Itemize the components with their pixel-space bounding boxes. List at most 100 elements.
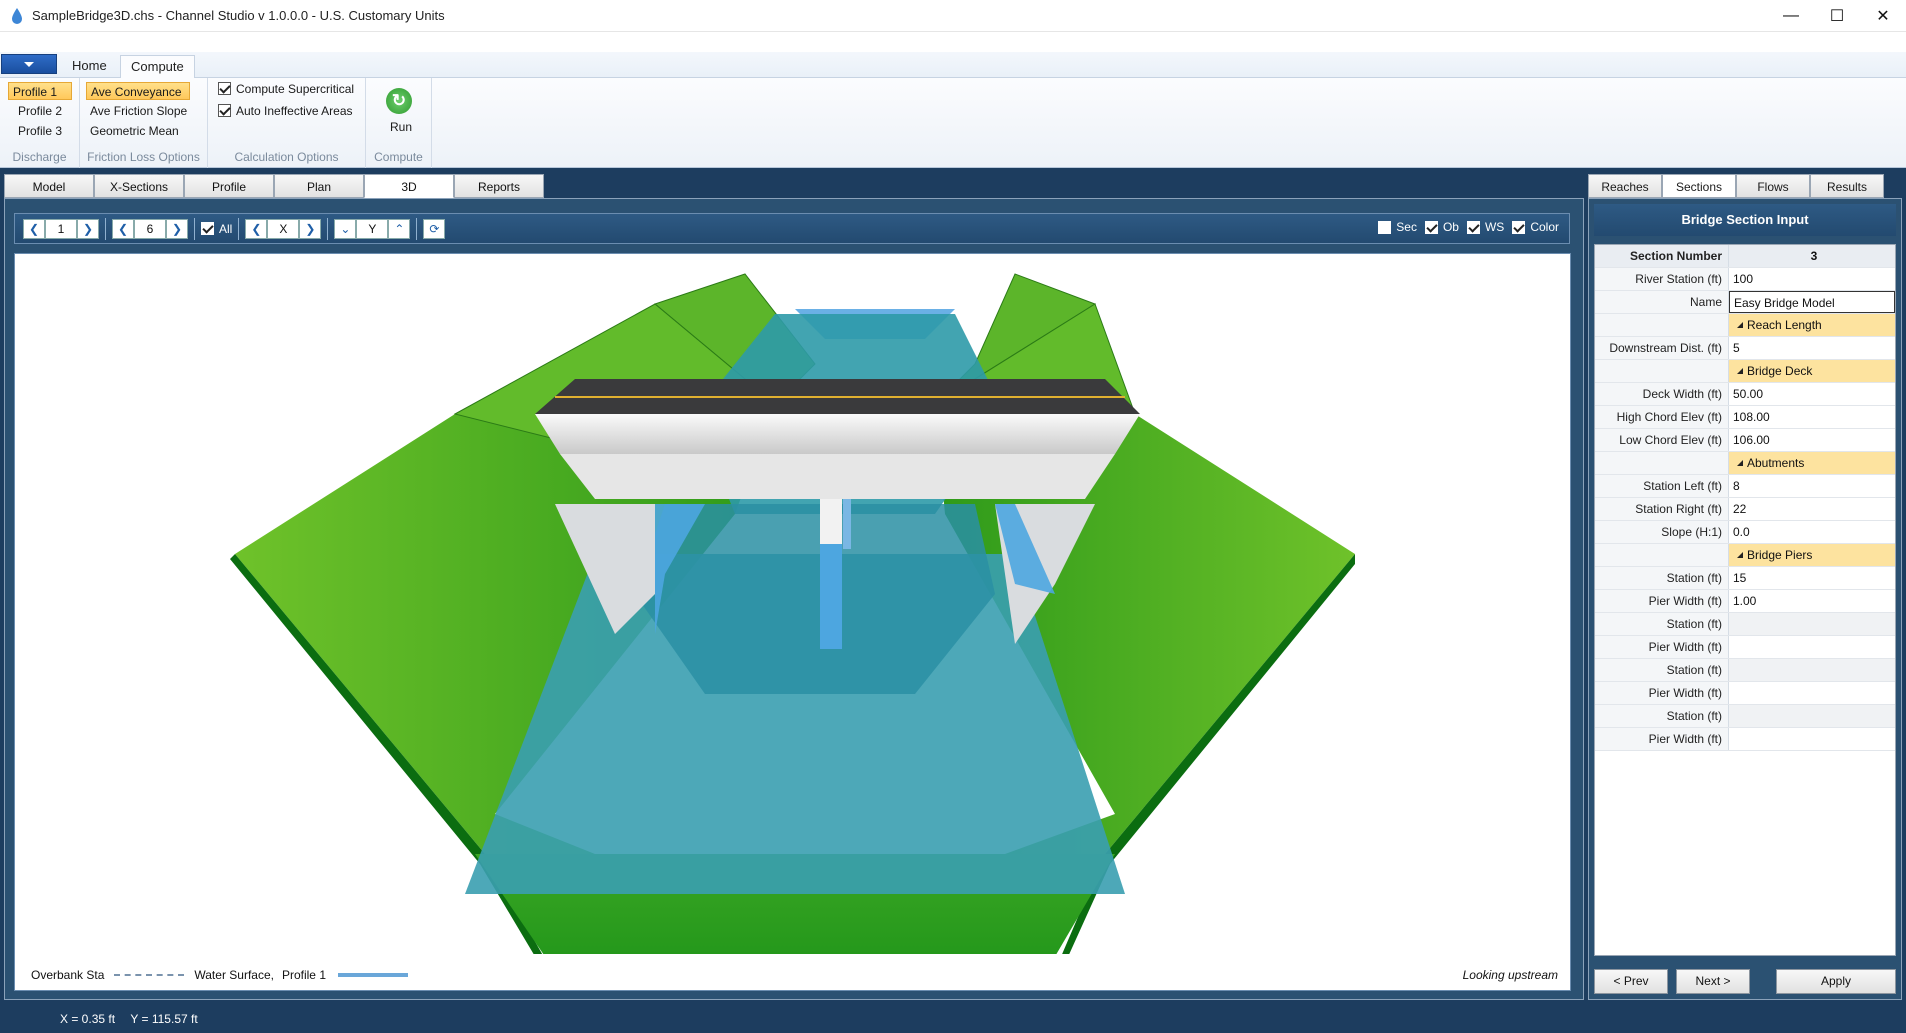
- checkbox-icon: [1466, 220, 1480, 234]
- pier-width-input[interactable]: 1.00: [1729, 590, 1895, 612]
- name-input[interactable]: Easy Bridge Model: [1729, 291, 1895, 313]
- refresh-run-icon[interactable]: ↻: [386, 88, 412, 114]
- section-prev-button[interactable]: ❮: [23, 218, 45, 239]
- profile-2-option[interactable]: Profile 2: [14, 102, 66, 120]
- grid-label: Pier Width (ft): [1595, 636, 1729, 658]
- view-tab-bar: Model X-Sections Profile Plan 3D Reports: [4, 174, 544, 198]
- grid-label: River Station (ft): [1595, 268, 1729, 290]
- pier-station-input[interactable]: [1729, 659, 1895, 681]
- rotate-y-down-button[interactable]: ⌄: [334, 218, 357, 239]
- bridge-pier-top: [820, 499, 842, 544]
- grid-category[interactable]: Bridge Deck: [1595, 360, 1895, 383]
- pier-width-input[interactable]: [1729, 728, 1895, 750]
- grid-category[interactable]: Reach Length: [1595, 314, 1895, 337]
- river-station-input[interactable]: 100: [1729, 268, 1895, 290]
- chevron-right-icon: ❯: [82, 221, 94, 236]
- ave-conveyance-option[interactable]: Ave Conveyance: [86, 82, 190, 100]
- display-options: Sec Ob WS Color: [1370, 220, 1559, 234]
- ws-checkbox[interactable]: WS: [1466, 220, 1504, 234]
- grid-label: [1595, 544, 1729, 566]
- checkbox-icon: [1512, 220, 1526, 234]
- grid-row: High Chord Elev (ft) 108.00: [1595, 406, 1895, 429]
- compute-group-label: Compute: [374, 150, 423, 164]
- deck-width-input[interactable]: 50.00: [1729, 383, 1895, 405]
- run-button[interactable]: Run: [386, 118, 416, 136]
- grid-category[interactable]: Bridge Piers: [1595, 544, 1895, 567]
- section-index-field[interactable]: 1: [45, 218, 77, 239]
- ob-label: Ob: [1442, 220, 1459, 234]
- prev-button[interactable]: < Prev: [1594, 969, 1668, 994]
- bridge-pier-rear: [843, 499, 851, 549]
- grid-row: Station (ft): [1595, 705, 1895, 728]
- downstream-dist-input[interactable]: 5: [1729, 337, 1895, 359]
- tab-3d[interactable]: 3D: [364, 174, 454, 198]
- grid-label: Station Left (ft): [1595, 475, 1729, 497]
- section-next-button[interactable]: ❯: [77, 218, 99, 239]
- y-coordinate: Y = 115.57 ft: [130, 1012, 198, 1026]
- app-drop-icon: [12, 7, 22, 24]
- count-next-button[interactable]: ❯: [166, 218, 188, 239]
- tab-compute[interactable]: Compute: [120, 55, 195, 78]
- auto-ineffective-areas-checkbox[interactable]: Auto Ineffective Areas: [214, 102, 357, 120]
- apply-button[interactable]: Apply: [1776, 969, 1896, 994]
- bridge-deck-side: [535, 414, 1140, 454]
- chevron-up-icon: ⌃: [394, 221, 405, 236]
- tab-home[interactable]: Home: [62, 55, 117, 78]
- grid-label: Slope (H:1): [1595, 521, 1729, 543]
- tab-plan[interactable]: Plan: [274, 174, 364, 198]
- grid-label: Station Right (ft): [1595, 498, 1729, 520]
- rotate-x-left-button[interactable]: ❮: [245, 218, 268, 239]
- grid-category[interactable]: Abutments: [1595, 452, 1895, 475]
- profile-1-option[interactable]: Profile 1: [8, 82, 72, 100]
- pier-station-input[interactable]: 15: [1729, 567, 1895, 589]
- all-checkbox[interactable]: All: [201, 222, 232, 236]
- pier-width-input[interactable]: [1729, 636, 1895, 658]
- color-label: Color: [1530, 220, 1559, 234]
- legend: Overbank Sta Water Surface, Profile 1: [31, 968, 408, 982]
- high-chord-input[interactable]: 108.00: [1729, 406, 1895, 428]
- sec-checkbox[interactable]: Sec: [1378, 220, 1417, 234]
- grid-label: Station (ft): [1595, 613, 1729, 635]
- tab-profile[interactable]: Profile: [184, 174, 274, 198]
- rotate-x-right-button[interactable]: ❯: [299, 218, 322, 239]
- close-button[interactable]: ✕: [1860, 0, 1906, 32]
- profile-3-option[interactable]: Profile 3: [14, 122, 66, 140]
- rotate-y-up-button[interactable]: ⌃: [388, 218, 411, 239]
- tab-flows[interactable]: Flows: [1736, 174, 1810, 198]
- x-coordinate: X = 0.35 ft: [60, 1012, 116, 1026]
- count-prev-button[interactable]: ❮: [112, 218, 134, 239]
- tab-sections[interactable]: Sections: [1662, 174, 1736, 198]
- section-count-field[interactable]: 6: [134, 218, 166, 239]
- ave-friction-slope-option[interactable]: Ave Friction Slope: [86, 102, 191, 120]
- maximize-button[interactable]: ☐: [1814, 0, 1860, 32]
- grid-label: Station (ft): [1595, 659, 1729, 681]
- pier-width-input[interactable]: [1729, 682, 1895, 704]
- chevron-left-icon: ❮: [251, 221, 262, 236]
- compute-supercritical-checkbox[interactable]: Compute Supercritical: [214, 80, 358, 98]
- tab-reaches[interactable]: Reaches: [1588, 174, 1662, 198]
- toolbar-divider: [194, 217, 195, 240]
- slope-input[interactable]: 0.0: [1729, 521, 1895, 543]
- station-left-input[interactable]: 8: [1729, 475, 1895, 497]
- ob-checkbox[interactable]: Ob: [1424, 220, 1459, 234]
- grid-row: Station (ft) 15: [1595, 567, 1895, 590]
- grid-label: Downstream Dist. (ft): [1595, 337, 1729, 359]
- color-checkbox[interactable]: Color: [1512, 220, 1559, 234]
- tab-results[interactable]: Results: [1810, 174, 1884, 198]
- tab-x-sections[interactable]: X-Sections: [94, 174, 184, 198]
- tab-reports[interactable]: Reports: [454, 174, 544, 198]
- next-button[interactable]: Next >: [1676, 969, 1750, 994]
- low-chord-input[interactable]: 106.00: [1729, 429, 1895, 451]
- application-menu-button[interactable]: [1, 54, 57, 74]
- reset-view-button[interactable]: ⟳: [423, 218, 446, 239]
- pier-station-input[interactable]: [1729, 613, 1895, 635]
- 3d-viewport[interactable]: Overbank Sta Water Surface, Profile 1 Lo…: [14, 253, 1571, 1033]
- minimize-button[interactable]: —: [1768, 0, 1814, 32]
- geometric-mean-option[interactable]: Geometric Mean: [86, 122, 183, 140]
- tab-model[interactable]: Model: [4, 174, 94, 198]
- pier-station-input[interactable]: [1729, 705, 1895, 727]
- grid-label: Deck Width (ft): [1595, 383, 1729, 405]
- discharge-group: Profile 1 Profile 2 Profile 3 Discharge: [0, 78, 80, 168]
- window-controls: — ☐ ✕: [1768, 0, 1906, 32]
- station-right-input[interactable]: 22: [1729, 498, 1895, 520]
